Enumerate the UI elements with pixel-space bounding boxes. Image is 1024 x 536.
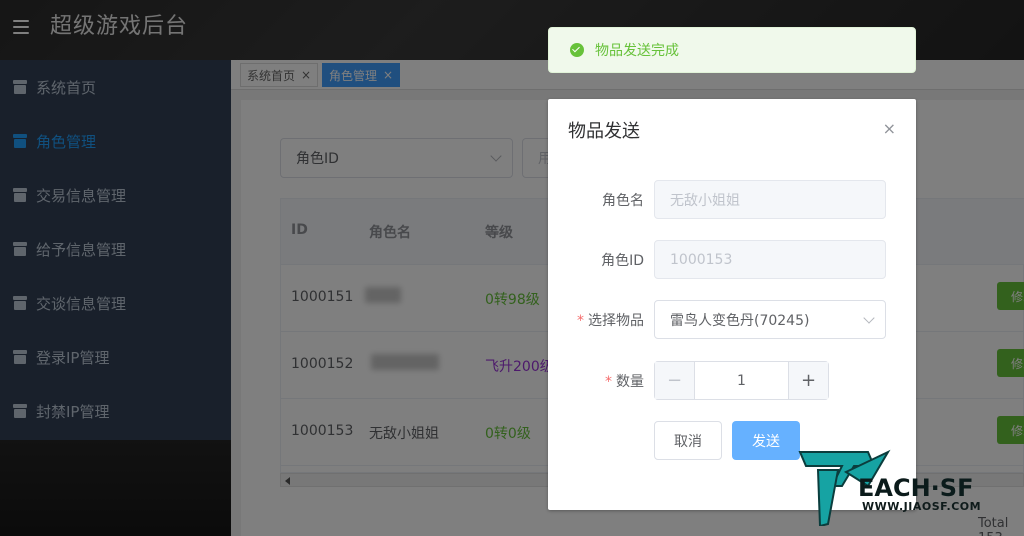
label-text: 选择物品 <box>588 313 644 329</box>
quantity-stepper: − 1 + <box>654 361 829 400</box>
item-label: * 选择物品 <box>577 310 644 330</box>
item-select[interactable]: 雷鸟人变色丹(70245) <box>654 300 886 339</box>
chevron-down-icon <box>863 312 875 324</box>
field-value: 无敌小姐姐 <box>670 192 740 209</box>
close-icon[interactable]: × <box>883 119 896 138</box>
required-mark: * <box>577 313 584 329</box>
watermark-url: WWW.JIAOSF.COM <box>862 500 982 513</box>
toast-message: 物品发送完成 <box>595 43 679 59</box>
label-text: 数量 <box>616 374 644 390</box>
watermark-logo: EACH·SF WWW.JIAOSF.COM <box>798 446 998 528</box>
role-name-label: 角色名 <box>602 193 644 209</box>
increment-button[interactable]: + <box>788 362 828 399</box>
select-value: 雷鸟人变色丹(70245) <box>670 312 810 329</box>
field-value: 1000153 <box>670 251 733 268</box>
role-name-field: 无敌小姐姐 <box>654 180 886 219</box>
send-button[interactable]: 发送 <box>732 421 800 460</box>
role-id-field: 1000153 <box>654 240 886 279</box>
check-circle-icon <box>570 43 584 57</box>
required-mark: * <box>605 374 612 390</box>
teach-sf-logo-icon: EACH·SF <box>798 449 973 528</box>
success-toast: 物品发送完成 <box>548 27 916 73</box>
cancel-button[interactable]: 取消 <box>654 421 722 460</box>
quantity-label: * 数量 <box>605 371 644 391</box>
svg-text:EACH·SF: EACH·SF <box>858 474 973 502</box>
quantity-input[interactable]: 1 <box>695 362 788 399</box>
role-id-label: 角色ID <box>601 253 644 269</box>
dialog-title: 物品发送 <box>568 121 640 142</box>
decrement-button[interactable]: − <box>655 362 695 399</box>
